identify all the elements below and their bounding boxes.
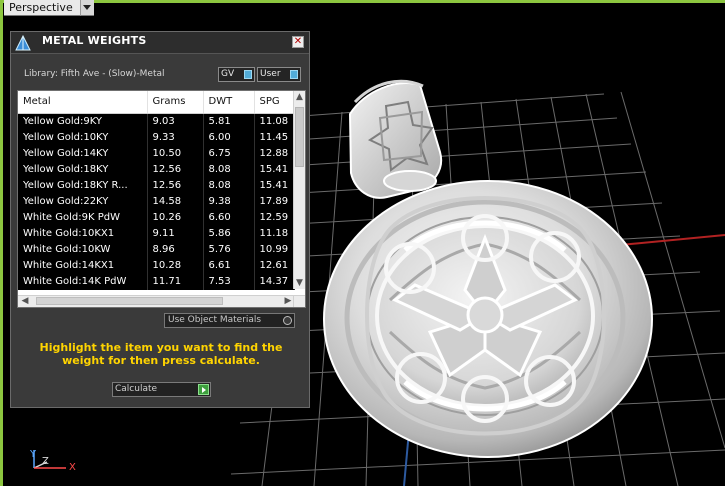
table-row[interactable]: Yellow Gold:18KY 12.56 8.08 15.41: [18, 162, 295, 178]
pendant-model: [323, 79, 653, 458]
grams-cell: 14.58: [147, 194, 204, 210]
vertical-scrollbar[interactable]: ▲ ▼: [293, 91, 305, 289]
dwt-cell: 8.08: [203, 178, 255, 194]
gv-button-indicator-icon: [244, 70, 252, 79]
dwt-cell: 5.86: [203, 226, 255, 242]
metal-cell: Yellow Gold:10KY: [18, 130, 148, 146]
axis-y-label: Y: [30, 449, 37, 460]
user-button[interactable]: User: [257, 67, 301, 82]
grams-cell: 9.33: [147, 130, 204, 146]
panel-title: METAL WEIGHTS: [42, 34, 147, 47]
metal-table[interactable]: Metal Grams DWT SPG Yellow Gold:9KY 9.03…: [18, 91, 295, 290]
grams-cell: 9.03: [147, 113, 204, 130]
table-row[interactable]: Yellow Gold:18KY R... 12.56 8.08 15.41: [18, 178, 295, 194]
metal-cell: White Gold:10KW: [18, 242, 148, 258]
gv-button[interactable]: GV: [218, 67, 255, 82]
library-label: Library: Fifth Ave - (Slow)-Metal: [24, 69, 165, 79]
spg-cell: 11.18: [254, 226, 295, 242]
dwt-column-header[interactable]: DWT: [203, 91, 255, 114]
radio-indicator-icon: [283, 316, 292, 325]
calculate-button[interactable]: Calculate: [112, 382, 211, 397]
horizontal-scroll-thumb[interactable]: [36, 297, 223, 305]
scroll-right-icon[interactable]: ▶: [283, 296, 293, 306]
perspective-view-label[interactable]: Perspective: [4, 0, 81, 16]
perspective-view-menu[interactable]: Perspective: [4, 0, 94, 16]
grams-cell: 8.96: [147, 242, 204, 258]
grams-cell: 12.56: [147, 178, 204, 194]
spg-cell: 15.41: [254, 178, 295, 194]
user-button-label: User: [260, 69, 281, 79]
table-row[interactable]: White Gold:14K PdW 11.71 7.53 14.37: [18, 274, 295, 290]
spg-cell: 12.88: [254, 146, 295, 162]
scroll-up-icon[interactable]: ▲: [295, 92, 304, 102]
grams-cell: 9.11: [147, 226, 204, 242]
scroll-down-icon[interactable]: ▼: [295, 278, 304, 288]
metal-cell: Yellow Gold:14KY: [18, 146, 148, 162]
chevron-down-icon[interactable]: [80, 0, 94, 16]
metal-cell: Yellow Gold:18KY R...: [18, 178, 148, 194]
metal-cell: Yellow Gold:9KY: [18, 113, 148, 130]
table-row[interactable]: White Gold:10KW 8.96 5.76 10.99: [18, 242, 295, 258]
spg-cell: 10.99: [254, 242, 295, 258]
grams-cell: 10.26: [147, 210, 204, 226]
grams-cell: 11.71: [147, 274, 204, 290]
scrollbar-corner: [293, 295, 305, 307]
metal-cell: Yellow Gold:22KY: [18, 194, 148, 210]
metal-column-header[interactable]: Metal: [18, 91, 148, 114]
table-row[interactable]: Yellow Gold:14KY 10.50 6.75 12.88: [18, 146, 295, 162]
spg-cell: 14.37: [254, 274, 295, 290]
metal-cell: White Gold:10KX1: [18, 226, 148, 242]
dwt-cell: 9.38: [203, 194, 255, 210]
axis-gizmo: Y Z X: [22, 444, 82, 478]
table-row[interactable]: Yellow Gold:9KY 9.03 5.81 11.08: [18, 113, 295, 130]
dwt-cell: 6.75: [203, 146, 255, 162]
metal-cell: White Gold:14KX1: [18, 258, 148, 274]
metal-cell: White Gold:14K PdW: [18, 274, 148, 290]
scroll-left-icon[interactable]: ◀: [20, 296, 30, 306]
dwt-cell: 6.00: [203, 130, 255, 146]
metal-table-container[interactable]: Metal Grams DWT SPG Yellow Gold:9KY 9.03…: [17, 90, 306, 308]
spg-cell: 17.89: [254, 194, 295, 210]
metal-cell: Yellow Gold:18KY: [18, 162, 148, 178]
table-row[interactable]: White Gold:9K PdW 10.26 6.60 12.59: [18, 210, 295, 226]
viewport[interactable]: Perspective Y Z X METAL WEIGHTS ✕ Librar…: [0, 0, 725, 486]
dwt-cell: 5.76: [203, 242, 255, 258]
grams-cell: 12.56: [147, 162, 204, 178]
spg-cell: 11.08: [254, 113, 295, 130]
user-button-indicator-icon: [290, 70, 298, 79]
dwt-cell: 8.08: [203, 162, 255, 178]
table-row[interactable]: White Gold:14KX1 10.28 6.61 12.61: [18, 258, 295, 274]
spg-cell: 12.59: [254, 210, 295, 226]
dwt-cell: 6.61: [203, 258, 255, 274]
table-row[interactable]: Yellow Gold:22KY 14.58 9.38 17.89: [18, 194, 295, 210]
play-icon: [198, 384, 209, 395]
spg-cell: 11.45: [254, 130, 295, 146]
table-row[interactable]: Yellow Gold:10KY 9.33 6.00 11.45: [18, 130, 295, 146]
dwt-cell: 6.60: [203, 210, 255, 226]
axis-z-label: Z: [42, 456, 49, 467]
calculate-button-label: Calculate: [115, 384, 158, 394]
grams-column-header[interactable]: Grams: [147, 91, 204, 114]
use-object-materials-toggle[interactable]: Use Object Materials: [164, 313, 295, 328]
horizontal-scrollbar[interactable]: ◀ ▶: [18, 295, 295, 307]
spg-cell: 12.61: [254, 258, 295, 274]
panel-header[interactable]: METAL WEIGHTS ✕: [11, 32, 309, 54]
axis-x-label: X: [69, 462, 76, 473]
vertical-scroll-thumb[interactable]: [295, 107, 304, 167]
table-header-row: Metal Grams DWT SPG: [18, 91, 295, 114]
dwt-cell: 5.81: [203, 113, 255, 130]
use-object-materials-label: Use Object Materials: [168, 315, 262, 325]
spg-cell: 15.41: [254, 162, 295, 178]
table-row[interactable]: White Gold:10KX1 9.11 5.86 11.18: [18, 226, 295, 242]
grams-cell: 10.28: [147, 258, 204, 274]
close-button[interactable]: ✕: [292, 36, 304, 48]
metal-weights-icon: [15, 35, 31, 51]
gv-button-label: GV: [221, 69, 235, 79]
metal-weights-panel[interactable]: METAL WEIGHTS ✕ Library: Fifth Ave - (Sl…: [10, 31, 310, 408]
spg-column-header[interactable]: SPG: [254, 91, 295, 114]
metal-cell: White Gold:9K PdW: [18, 210, 148, 226]
instruction-text: Highlight the item you want to find the …: [39, 341, 283, 367]
dwt-cell: 7.53: [203, 274, 255, 290]
grams-cell: 10.50: [147, 146, 204, 162]
